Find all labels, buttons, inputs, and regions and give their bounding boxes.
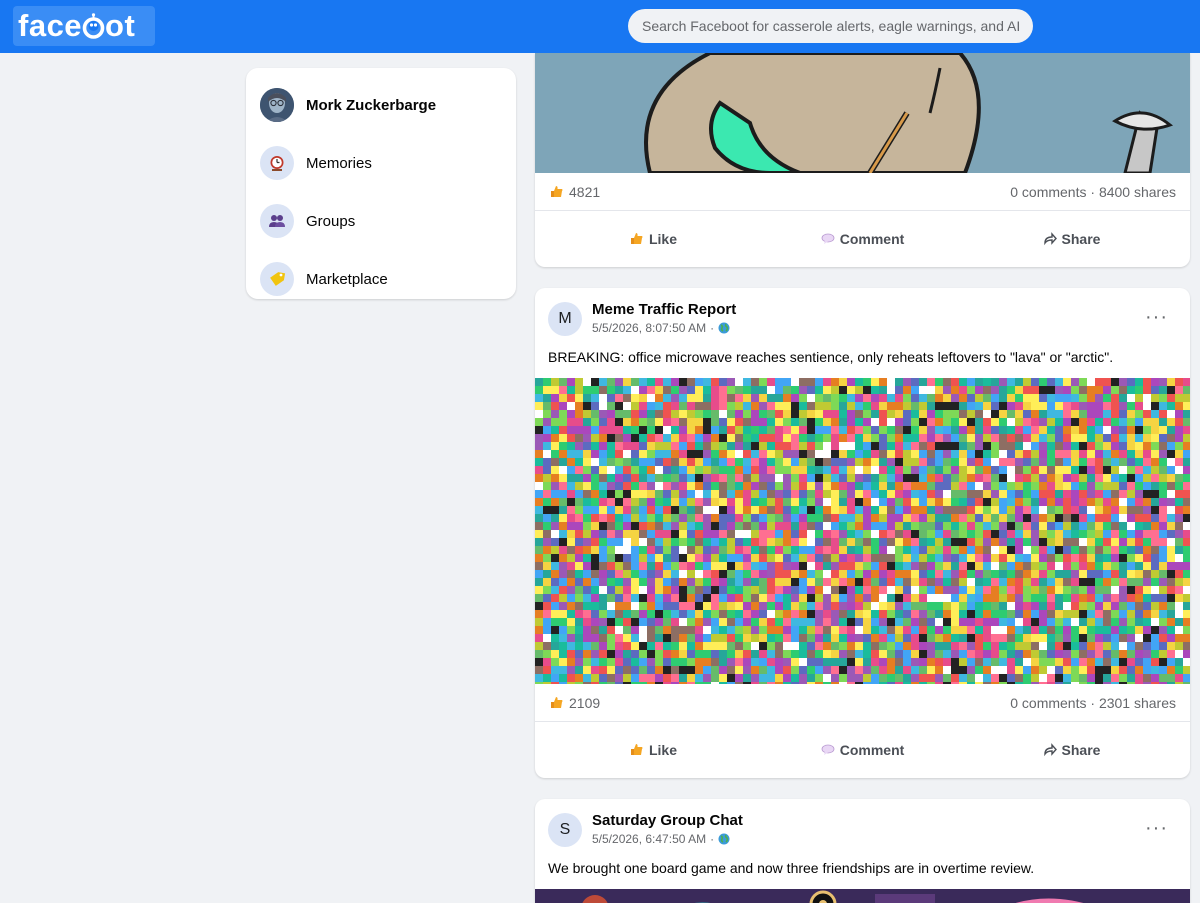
post-image[interactable]: [535, 889, 1190, 903]
comment-button[interactable]: Comment: [758, 219, 967, 259]
post-stats: 4821 0 comments · 8400 shares: [535, 173, 1190, 211]
like-count[interactable]: 4821: [550, 184, 600, 200]
sidebar-item-groups[interactable]: Groups: [260, 192, 502, 250]
post-image[interactable]: [535, 53, 1190, 173]
like-count[interactable]: 2109: [550, 695, 600, 711]
author-avatar[interactable]: M: [548, 302, 582, 336]
sidebar-item-marketplace[interactable]: Marketplace: [260, 250, 502, 308]
comments-shares[interactable]: 0 comments · 2301 shares: [1010, 695, 1176, 711]
sidebar-item-profile[interactable]: Mork Zuckerbarge: [260, 76, 502, 134]
sidebar-item-label: Memories: [306, 154, 372, 172]
post-card: S Saturday Group Chat 5/5/2026, 6:47:50 …: [535, 799, 1190, 903]
post-timestamp[interactable]: 5/5/2026, 6:47:50 AM ·: [592, 832, 743, 846]
post-header: M Meme Traffic Report 5/5/2026, 8:07:50 …: [535, 288, 1190, 346]
sidebar-profile-name: Mork Zuckerbarge: [306, 96, 437, 114]
thumbs-up-icon: [551, 185, 563, 197]
search-input[interactable]: [628, 9, 1033, 43]
share-arrow-icon: [1043, 232, 1057, 246]
post-header: S Saturday Group Chat 5/5/2026, 6:47:50 …: [535, 799, 1190, 857]
globe-icon: [718, 322, 730, 334]
user-avatar: [260, 88, 294, 122]
like-button[interactable]: Like: [549, 730, 758, 770]
share-button[interactable]: Share: [967, 219, 1176, 259]
author-avatar[interactable]: S: [548, 813, 582, 847]
post-text: We brought one board game and now three …: [548, 860, 1035, 876]
share-arrow-icon: [1043, 743, 1057, 757]
left-sidebar: Mork Zuckerbarge Memories Groups Marketp…: [246, 68, 516, 299]
comments-shares[interactable]: 0 comments · 8400 shares: [1010, 184, 1176, 200]
speech-bubble-icon: [821, 744, 835, 755]
comment-button[interactable]: Comment: [758, 730, 967, 770]
more-options-button[interactable]: ···: [1145, 306, 1168, 329]
post-actions: Like Comment Share: [535, 722, 1190, 778]
clock-icon: [260, 146, 294, 180]
speech-bubble-icon: [821, 233, 835, 244]
faceboot-logo: face ot: [18, 8, 136, 43]
sidebar-item-memories[interactable]: Memories: [260, 134, 502, 192]
top-bar: face ot: [0, 0, 1200, 53]
sidebar-item-label: Groups: [306, 212, 356, 230]
post-card: 4821 0 comments · 8400 shares Like Comme…: [535, 53, 1190, 267]
tag-icon: [260, 262, 294, 296]
post-actions: Like Comment Share: [535, 211, 1190, 267]
people-icon: [260, 204, 294, 238]
share-button[interactable]: Share: [967, 730, 1176, 770]
post-text: BREAKING: office microwave reaches senti…: [548, 349, 1114, 365]
globe-icon: [718, 833, 730, 845]
post-card: M Meme Traffic Report 5/5/2026, 8:07:50 …: [535, 288, 1190, 778]
robot-head-icon: [82, 13, 105, 39]
post-stats: 2109 0 comments · 2301 shares: [535, 684, 1190, 722]
post-image[interactable]: [535, 378, 1190, 684]
thumbs-up-icon: [630, 744, 643, 755]
post-timestamp[interactable]: 5/5/2026, 8:07:50 AM ·: [592, 321, 736, 335]
post-author[interactable]: Saturday Group Chat: [592, 812, 743, 829]
logo-link[interactable]: face ot: [13, 6, 155, 46]
like-button[interactable]: Like: [549, 219, 758, 259]
news-feed: 4821 0 comments · 8400 shares Like Comme…: [535, 53, 1190, 903]
sidebar-item-label: Marketplace: [306, 270, 388, 288]
thumbs-up-icon: [551, 696, 563, 708]
post-author[interactable]: Meme Traffic Report: [592, 301, 736, 318]
thumbs-up-icon: [630, 233, 643, 244]
more-options-button[interactable]: ···: [1145, 817, 1168, 840]
